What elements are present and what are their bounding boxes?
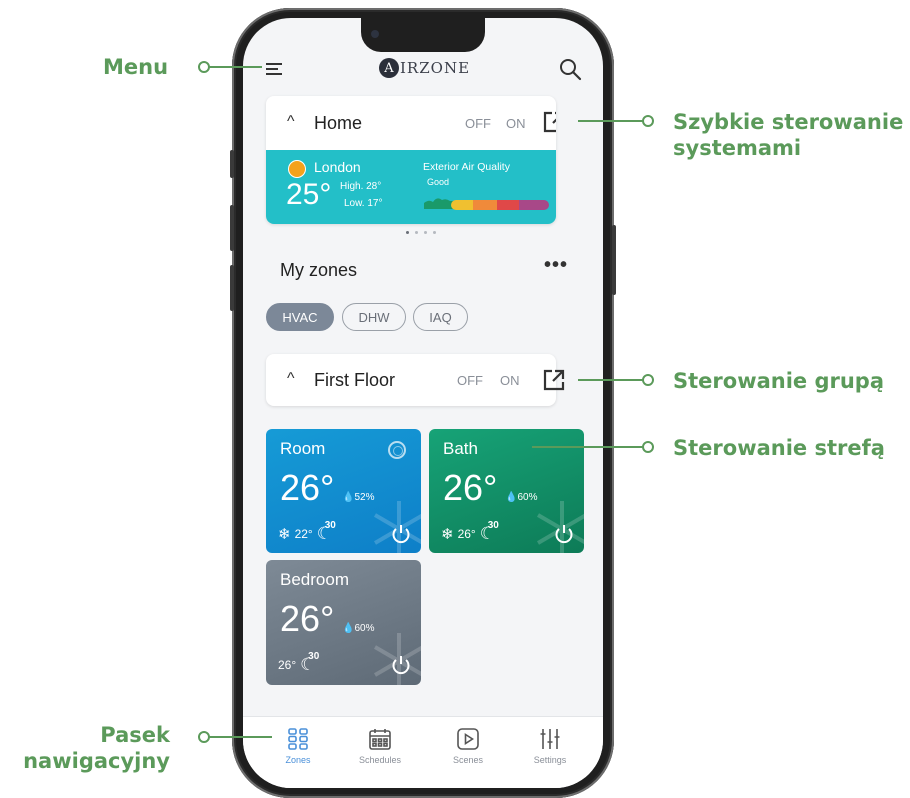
sleep-minutes: 30 xyxy=(324,520,336,531)
zone-humidity: 💧60% xyxy=(342,623,375,634)
zone-setpoint: 26° xyxy=(278,658,297,672)
logo-text: IRZONE xyxy=(400,59,471,77)
filter-dhw[interactable]: DHW xyxy=(342,303,406,331)
search-icon[interactable] xyxy=(557,56,583,82)
zone-name: Bedroom xyxy=(280,570,349,589)
nav-label: Settings xyxy=(533,755,567,765)
zone-name: Bath xyxy=(443,439,478,458)
zone-card-bath[interactable]: Bath 26° 💧60% ❄ 26° ☾ 30 xyxy=(429,429,584,553)
home-card-header: ^ Home OFF ON xyxy=(266,96,556,150)
callout-zone-control: Sterowanie strefą xyxy=(673,436,885,460)
sleep-minutes: 30 xyxy=(487,520,499,531)
power-icon[interactable] xyxy=(553,523,575,545)
weather-high: High. 28° xyxy=(340,181,382,192)
snowflake-icon: ❄ xyxy=(441,526,454,543)
humidity-value: 60% xyxy=(517,492,538,503)
phone-screen: A IRZONE ^ Home OFF ON London 25° High. … xyxy=(243,18,603,788)
air-quality-label: Exterior Air Quality xyxy=(423,161,510,173)
airzone-logo: A IRZONE xyxy=(379,56,470,80)
weather-panel: London 25° High. 28° Low. 17° Exterior A… xyxy=(266,150,556,224)
off-button[interactable]: OFF xyxy=(457,373,483,388)
home-system-card[interactable]: ^ Home OFF ON London 25° High. 28° Low. … xyxy=(266,96,556,224)
notch xyxy=(361,18,485,52)
filter-iaq[interactable]: IAQ xyxy=(413,303,468,331)
off-button[interactable]: OFF xyxy=(465,116,491,131)
power-icon[interactable] xyxy=(390,523,412,545)
sleep-moon-icon[interactable]: ☾ 30 xyxy=(480,520,499,544)
snowflake-icon: ❄ xyxy=(278,526,291,543)
zone-status-row: 26° ☾ 30 xyxy=(278,651,319,675)
weather-low: Low. 17° xyxy=(344,198,383,209)
zone-humidity: 💧52% xyxy=(342,492,375,503)
active-ring-icon xyxy=(388,441,406,459)
callout-quick-control: Szybkie sterowanie systemami xyxy=(673,110,904,160)
air-quality-value: Good xyxy=(427,177,450,187)
sleep-moon-icon[interactable]: ☾ 30 xyxy=(317,520,336,544)
side-button xyxy=(230,150,234,178)
air-quality-bar xyxy=(451,200,549,210)
chevron-up-icon[interactable]: ^ xyxy=(287,370,295,388)
nav-label: Scenes xyxy=(452,755,484,765)
group-title: First Floor xyxy=(314,370,395,390)
logo-mark: A xyxy=(379,58,399,78)
zone-setpoint: 22° xyxy=(294,527,313,541)
side-button xyxy=(230,205,234,251)
sun-icon xyxy=(288,160,306,178)
zone-name: Room xyxy=(280,439,326,458)
callout-menu: Menu xyxy=(103,55,169,79)
play-icon xyxy=(457,728,479,750)
my-zones-title: My zones xyxy=(280,260,358,280)
sleep-moon-icon[interactable]: ☾ 30 xyxy=(300,651,319,675)
zone-temperature: 26° xyxy=(280,467,335,508)
nav-schedules[interactable]: Schedules xyxy=(345,727,415,765)
more-options-icon[interactable]: ••• xyxy=(544,254,568,277)
chevron-up-icon[interactable]: ^ xyxy=(287,113,295,131)
group-card[interactable]: ^ First Floor OFF ON xyxy=(266,354,565,406)
sliders-icon xyxy=(540,729,560,749)
page-indicator xyxy=(406,231,436,234)
nav-zones[interactable]: Zones xyxy=(263,727,333,765)
weather-temperature: 25° xyxy=(286,178,332,211)
zone-status-row: ❄ 22° ☾ 30 xyxy=(278,520,336,544)
zone-card-room[interactable]: Room 26° 💧52% ❄ 22° ☾ 30 xyxy=(266,429,421,553)
nav-label: Zones xyxy=(285,755,311,765)
zone-status-row: ❄ 26° ☾ 30 xyxy=(441,520,499,544)
top-bar: A IRZONE xyxy=(243,54,603,92)
on-button[interactable]: ON xyxy=(500,373,520,388)
open-external-icon[interactable] xyxy=(542,110,556,134)
humidity-value: 60% xyxy=(354,623,375,634)
power-icon[interactable] xyxy=(390,654,412,676)
camera-dot xyxy=(371,30,379,38)
nav-scenes[interactable]: Scenes xyxy=(433,727,503,765)
zone-temperature: 26° xyxy=(280,598,335,639)
bottom-nav-bar: Zones Schedules Scenes Settings xyxy=(243,716,603,788)
weather-city: London xyxy=(314,159,361,175)
zone-humidity: 💧60% xyxy=(505,492,538,503)
side-button xyxy=(230,265,234,311)
zones-grid-icon xyxy=(288,728,308,750)
menu-icon[interactable] xyxy=(264,59,286,79)
sleep-minutes: 30 xyxy=(308,651,320,662)
callout-group-control: Sterowanie grupą xyxy=(673,369,885,393)
callout-nav-bar: Pasek nawigacyjny xyxy=(23,723,170,773)
system-title: Home xyxy=(314,113,363,133)
filter-hvac[interactable]: HVAC xyxy=(266,303,334,331)
air-quality-indicator xyxy=(424,198,454,209)
nav-settings[interactable]: Settings xyxy=(515,727,585,765)
humidity-value: 52% xyxy=(354,492,375,503)
open-external-icon[interactable] xyxy=(542,368,566,392)
side-button xyxy=(612,225,616,295)
on-button[interactable]: ON xyxy=(506,116,526,131)
zone-temperature: 26° xyxy=(443,467,498,508)
zone-card-bedroom[interactable]: Bedroom 26° 💧60% 26° ☾ 30 xyxy=(266,560,421,685)
zone-setpoint: 26° xyxy=(457,527,476,541)
nav-label: Schedules xyxy=(358,755,402,765)
calendar-icon xyxy=(369,729,391,750)
